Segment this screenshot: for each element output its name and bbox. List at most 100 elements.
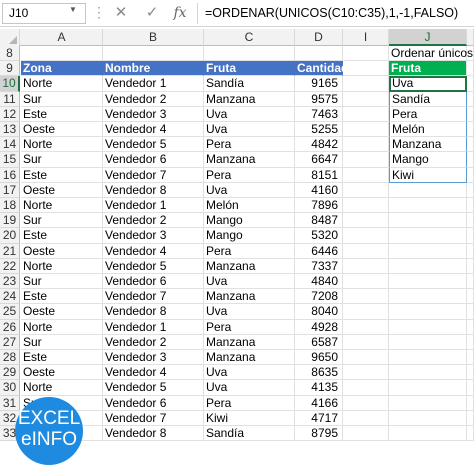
nombre-cell[interactable]: Vendedor 8 (103, 182, 204, 198)
cell[interactable] (467, 152, 474, 168)
fruta-cell[interactable]: Manzana (204, 350, 295, 366)
enter-icon[interactable]: ✓ (143, 3, 161, 23)
row-header[interactable]: 14 (0, 137, 20, 153)
fruta-cell[interactable]: Uva (204, 304, 295, 320)
cell[interactable] (467, 258, 474, 274)
zona-cell[interactable]: Oeste (21, 182, 103, 198)
cell[interactable] (343, 198, 389, 214)
cell[interactable] (389, 334, 467, 350)
cell[interactable] (389, 243, 467, 259)
fruta-cell[interactable]: Mango (204, 213, 295, 229)
cell[interactable] (467, 319, 474, 335)
header-cell-fruta[interactable]: Fruta (204, 61, 295, 77)
zona-cell[interactable]: Este (21, 350, 103, 366)
row-header[interactable]: 8 (0, 46, 20, 62)
cell[interactable] (467, 122, 474, 138)
zona-cell[interactable]: Norte (21, 258, 103, 274)
zona-cell[interactable]: Este (21, 289, 103, 305)
zona-cell[interactable]: Oeste (21, 304, 103, 320)
cell[interactable] (343, 152, 389, 168)
cell[interactable] (343, 61, 389, 77)
cell[interactable] (467, 274, 474, 290)
cell[interactable] (467, 410, 474, 426)
column-header-a[interactable]: A (21, 29, 103, 46)
nombre-cell[interactable]: Vendedor 1 (103, 198, 204, 214)
cell[interactable] (343, 182, 389, 198)
cell[interactable] (389, 274, 467, 290)
fruta-cell[interactable]: Pera (204, 137, 295, 153)
cell[interactable] (389, 426, 467, 442)
cantidad-cell[interactable]: 8040 (295, 304, 343, 320)
column-header-d[interactable]: D (295, 29, 343, 46)
cell[interactable] (467, 91, 474, 107)
insert-function-icon[interactable]: fx (171, 3, 189, 23)
zona-cell[interactable]: Este (21, 167, 103, 183)
nombre-cell[interactable]: Vendedor 7 (103, 289, 204, 305)
header-cell-cantidad[interactable]: Cantidad (295, 61, 348, 77)
nombre-cell[interactable]: Vendedor 4 (103, 243, 204, 259)
row-header[interactable]: 25 (0, 304, 20, 320)
nombre-cell[interactable]: Vendedor 6 (103, 274, 204, 290)
zona-cell[interactable]: Sur (21, 152, 103, 168)
cantidad-cell[interactable]: 8635 (295, 365, 343, 381)
cell[interactable] (343, 213, 389, 229)
fruta-cell[interactable]: Sandía (204, 76, 295, 92)
zona-cell[interactable]: Norte (21, 380, 103, 396)
zona-cell[interactable]: Este (21, 106, 103, 122)
cell[interactable] (389, 395, 467, 411)
zona-cell[interactable]: Oeste (21, 122, 103, 138)
zona-cell[interactable]: Norte (21, 198, 103, 214)
zona-cell[interactable]: Oeste (21, 243, 103, 259)
nombre-cell[interactable]: Vendedor 8 (103, 304, 204, 320)
cell[interactable] (467, 213, 474, 229)
cantidad-cell[interactable]: 7337 (295, 258, 343, 274)
row-header[interactable]: 16 (0, 167, 20, 183)
cell[interactable] (21, 46, 103, 62)
fruta-cell[interactable]: Sandía (204, 426, 295, 442)
cantidad-cell[interactable]: 5320 (295, 228, 343, 244)
nombre-cell[interactable]: Vendedor 3 (103, 228, 204, 244)
cell[interactable] (343, 243, 389, 259)
row-header[interactable]: 19 (0, 213, 20, 229)
cell[interactable] (467, 137, 474, 153)
cell[interactable] (343, 319, 389, 335)
zona-cell[interactable]: Este (21, 228, 103, 244)
cantidad-cell[interactable]: 6647 (295, 152, 343, 168)
cell[interactable] (389, 380, 467, 396)
nombre-cell[interactable]: Vendedor 4 (103, 365, 204, 381)
formula-input[interactable]: =ORDENAR(UNICOS(C10:C35),1,-1,FALSO) (205, 3, 458, 24)
cell[interactable] (343, 334, 389, 350)
cell[interactable] (467, 228, 474, 244)
cell[interactable] (467, 426, 474, 442)
nombre-cell[interactable]: Vendedor 8 (103, 426, 204, 442)
nombre-cell[interactable]: Vendedor 2 (103, 213, 204, 229)
row-header[interactable]: 11 (0, 91, 20, 107)
nombre-cell[interactable]: Vendedor 1 (103, 76, 204, 92)
cell[interactable] (467, 365, 474, 381)
cell[interactable] (467, 289, 474, 305)
row-header[interactable]: 26 (0, 319, 20, 335)
column-header-j[interactable]: J (389, 29, 467, 46)
nombre-cell[interactable]: Vendedor 6 (103, 152, 204, 168)
row-header[interactable]: 23 (0, 274, 20, 290)
cantidad-cell[interactable]: 8151 (295, 167, 343, 183)
unique-fruit-cell[interactable]: Manzana (389, 137, 467, 153)
cell[interactable] (295, 46, 343, 62)
zona-cell[interactable]: Norte (21, 76, 103, 92)
cell[interactable] (343, 274, 389, 290)
zona-cell[interactable]: Sur (21, 274, 103, 290)
cantidad-cell[interactable]: 4842 (295, 137, 343, 153)
select-all-button[interactable] (0, 29, 20, 46)
nombre-cell[interactable]: Vendedor 5 (103, 137, 204, 153)
cell[interactable] (389, 319, 467, 335)
cell[interactable] (343, 228, 389, 244)
header-cell-zona[interactable]: Zona (21, 61, 103, 77)
result-header-cell[interactable]: Fruta (389, 61, 467, 77)
nombre-cell[interactable]: Vendedor 5 (103, 380, 204, 396)
cell[interactable] (343, 304, 389, 320)
cell[interactable] (467, 198, 474, 214)
zona-cell[interactable]: Norte (21, 137, 103, 153)
cell[interactable] (389, 365, 467, 381)
cantidad-cell[interactable]: 7463 (295, 106, 343, 122)
cantidad-cell[interactable]: 9650 (295, 350, 343, 366)
